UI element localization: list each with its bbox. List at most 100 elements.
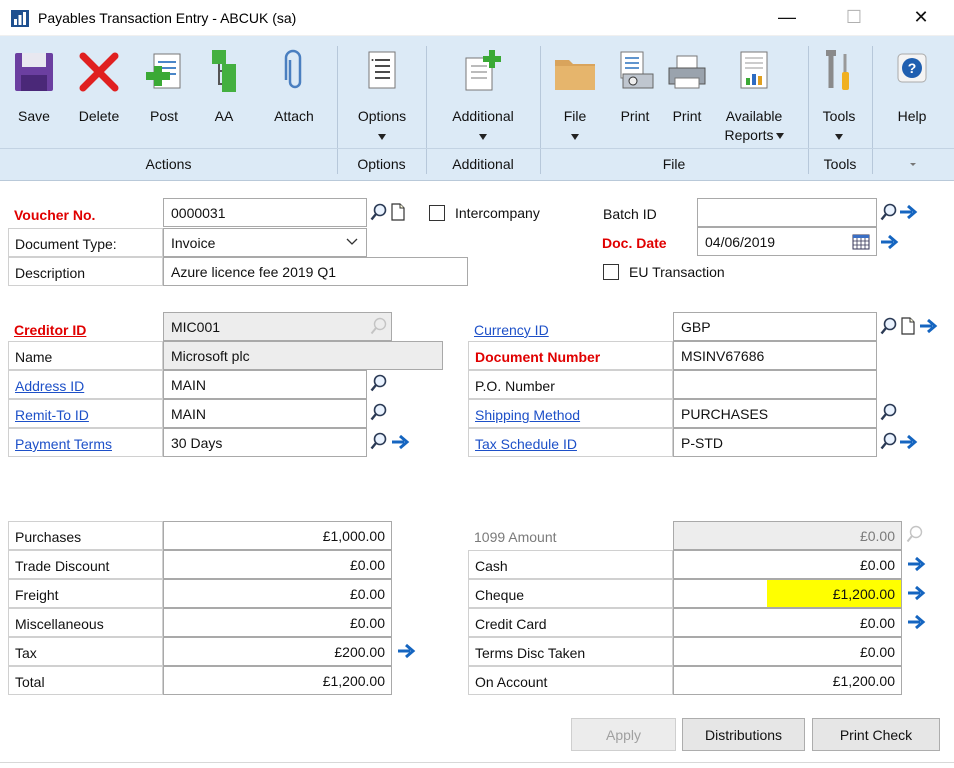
save-button[interactable]: Save bbox=[8, 42, 60, 157]
options-dropdown-icon bbox=[378, 134, 386, 140]
freight-field[interactable]: £0.00 bbox=[163, 579, 392, 608]
additional-button[interactable]: Additional bbox=[434, 42, 532, 157]
remit-to-id-field[interactable]: MAIN bbox=[163, 399, 367, 428]
minimize-button[interactable]: — bbox=[764, 0, 810, 34]
creditor-id-label[interactable]: Creditor ID bbox=[8, 313, 163, 342]
ribbon: Save Delete Post AA Attach Options Addit… bbox=[0, 36, 954, 181]
address-id-field[interactable]: MAIN bbox=[163, 370, 367, 399]
ribbon-separator bbox=[872, 46, 873, 174]
window-title: Payables Transaction Entry - ABCUK (sa) bbox=[38, 10, 297, 26]
tax-amount-field[interactable]: £200.00 bbox=[163, 637, 392, 666]
print-button[interactable]: Print bbox=[608, 42, 662, 157]
batch-id-field[interactable] bbox=[697, 198, 877, 227]
tools-dropdown-icon bbox=[835, 134, 843, 140]
cash-field[interactable]: £0.00 bbox=[673, 550, 902, 579]
cash-arrow-icon[interactable] bbox=[906, 554, 926, 574]
description-field[interactable]: Azure licence fee 2019 Q1 bbox=[163, 257, 468, 286]
intercompany-checkbox[interactable] bbox=[429, 205, 445, 221]
miscellaneous-field[interactable]: £0.00 bbox=[163, 608, 392, 637]
currency-id-field[interactable]: GBP bbox=[673, 312, 877, 341]
voucher-number-field[interactable]: 0000031 bbox=[163, 198, 367, 227]
additional-icon bbox=[465, 50, 501, 91]
maximize-button[interactable]: ☐ bbox=[831, 0, 877, 34]
doc-date-arrow-icon[interactable] bbox=[879, 232, 899, 252]
batch-go-arrow-icon[interactable] bbox=[898, 202, 918, 222]
terms-lookup-icon[interactable] bbox=[369, 431, 389, 451]
group-label-tools: Tools bbox=[823, 156, 857, 172]
aa-icon bbox=[212, 50, 236, 92]
cheque-label: Cheque bbox=[468, 579, 673, 608]
attach-button[interactable]: Attach bbox=[262, 42, 326, 157]
payment-terms-field[interactable]: 30 Days bbox=[163, 428, 367, 457]
cash-label: Cash bbox=[468, 550, 673, 579]
creditor-id-field[interactable]: MIC001 bbox=[163, 312, 392, 341]
voucher-lookup-icon[interactable] bbox=[369, 202, 389, 222]
apply-button[interactable]: Apply bbox=[571, 718, 676, 751]
po-number-field[interactable] bbox=[673, 370, 877, 399]
address-lookup-icon[interactable] bbox=[369, 373, 389, 393]
print-button-2[interactable]: Print bbox=[662, 42, 712, 157]
on-account-label: On Account bbox=[468, 666, 673, 695]
currency-new-icon[interactable] bbox=[898, 316, 918, 336]
options-button[interactable]: Options bbox=[344, 42, 420, 157]
close-icon: ✕ bbox=[913, 6, 929, 27]
address-id-label[interactable]: Address ID bbox=[8, 370, 163, 399]
terms-arrow-icon[interactable] bbox=[390, 432, 410, 452]
credit-card-field[interactable]: £0.00 bbox=[673, 608, 902, 637]
tools-button[interactable]: Tools bbox=[814, 42, 864, 157]
distributions-button[interactable]: Distributions bbox=[682, 718, 805, 751]
document-type-select[interactable]: Invoice bbox=[163, 228, 367, 257]
tax-arrow-icon[interactable] bbox=[396, 641, 416, 661]
ribbon-separator bbox=[540, 46, 541, 174]
available-reports-label: Available bbox=[725, 108, 783, 124]
eu-transaction-label: EU Transaction bbox=[629, 264, 725, 280]
cheque-arrow-icon[interactable] bbox=[906, 583, 926, 603]
remit-lookup-icon[interactable] bbox=[369, 402, 389, 422]
shipping-lookup-icon[interactable] bbox=[879, 402, 899, 422]
print-preview-icon bbox=[620, 51, 654, 89]
terms-disc-taken-field[interactable]: £0.00 bbox=[673, 637, 902, 666]
tax-schedule-field[interactable]: P-STD bbox=[673, 428, 877, 457]
post-button[interactable]: Post bbox=[136, 42, 192, 157]
aa-button[interactable]: AA bbox=[198, 42, 250, 157]
on-account-field: £1,200.00 bbox=[673, 666, 902, 695]
ribbon-separator bbox=[426, 46, 427, 174]
post-label: Post bbox=[149, 108, 178, 124]
document-number-field[interactable]: MSINV67686 bbox=[673, 341, 877, 370]
tax-schedule-lookup-icon[interactable] bbox=[879, 431, 899, 451]
file-button[interactable]: File bbox=[550, 42, 600, 157]
available-reports-button[interactable]: Available Reports bbox=[716, 42, 792, 157]
cheque-amount-value: £1,200.00 bbox=[767, 580, 901, 607]
shipping-method-label[interactable]: Shipping Method bbox=[468, 399, 673, 428]
attach-icon bbox=[284, 49, 302, 89]
tax-schedule-label[interactable]: Tax Schedule ID bbox=[468, 428, 673, 457]
remit-to-id-label[interactable]: Remit-To ID bbox=[8, 399, 163, 428]
ribbon-collapse-icon[interactable] bbox=[908, 160, 918, 168]
reports-dropdown-icon bbox=[775, 133, 784, 140]
name-label: Name bbox=[8, 341, 163, 370]
credit-card-arrow-icon[interactable] bbox=[906, 612, 926, 632]
print-check-button[interactable]: Print Check bbox=[812, 718, 940, 751]
file-dropdown-icon bbox=[571, 134, 579, 140]
currency-id-label[interactable]: Currency ID bbox=[468, 313, 673, 342]
help-button[interactable]: ? Help bbox=[880, 42, 944, 157]
delete-button[interactable]: Delete bbox=[68, 42, 130, 157]
batch-lookup-icon[interactable] bbox=[879, 202, 899, 222]
close-button[interactable]: ✕ bbox=[898, 0, 944, 34]
eu-transaction-checkbox[interactable] bbox=[603, 264, 619, 280]
shipping-method-field[interactable]: PURCHASES bbox=[673, 399, 877, 428]
delete-label: Delete bbox=[78, 108, 120, 124]
doc-date-field[interactable]: 04/06/2019 bbox=[697, 227, 877, 256]
payment-terms-label[interactable]: Payment Terms bbox=[8, 428, 163, 457]
calendar-icon[interactable] bbox=[851, 232, 871, 252]
tax-schedule-arrow-icon[interactable] bbox=[898, 432, 918, 452]
purchases-amount-field[interactable]: £1,000.00 bbox=[163, 521, 392, 550]
currency-lookup-icon[interactable] bbox=[879, 316, 899, 336]
voucher-new-icon[interactable] bbox=[388, 202, 408, 222]
amount-1099-lookup-icon bbox=[905, 524, 925, 544]
cheque-field[interactable]: £1,200.00 bbox=[673, 579, 902, 608]
purchases-label: Purchases bbox=[8, 521, 163, 550]
chevron-down-icon[interactable] bbox=[346, 238, 358, 246]
currency-arrow-icon[interactable] bbox=[918, 316, 938, 336]
trade-discount-field[interactable]: £0.00 bbox=[163, 550, 392, 579]
